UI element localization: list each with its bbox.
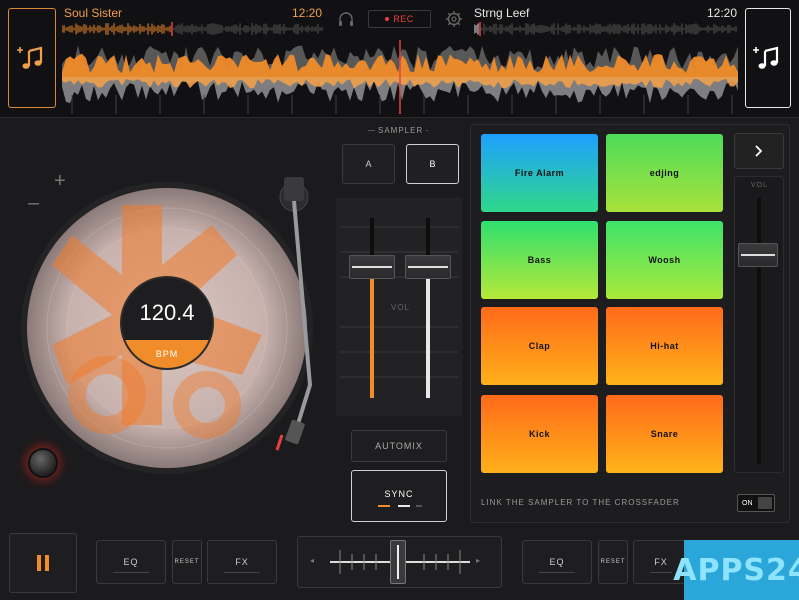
brake-knob[interactable] bbox=[28, 448, 58, 478]
link-sampler-toggle[interactable]: ON bbox=[737, 494, 775, 512]
sampler-volume-label: VOL bbox=[751, 182, 769, 189]
deck-b-eq-button[interactable]: EQ bbox=[522, 540, 592, 584]
deck-b-mini-waveform[interactable] bbox=[474, 22, 738, 36]
crossfader-left-arrow[interactable]: ◂ bbox=[310, 556, 314, 565]
deck-a-track-time: 12:20 bbox=[292, 6, 323, 20]
sampler-pad-fire-alarm[interactable]: Fire Alarm bbox=[481, 134, 598, 212]
sync-indicator-a bbox=[378, 505, 390, 507]
sampler-pad-woosh[interactable]: Woosh bbox=[606, 221, 723, 299]
automix-button[interactable]: AUTOMIX bbox=[351, 430, 447, 462]
sampler-pad-label: Woosh bbox=[648, 255, 681, 265]
deck-a-mini-waveform[interactable] bbox=[62, 22, 324, 36]
sampler-label: SAMPLER bbox=[375, 126, 427, 135]
deck-a-fx-label: FX bbox=[235, 557, 249, 567]
sampler-pad-label: Clap bbox=[528, 341, 551, 351]
deck-b-fx-label: FX bbox=[654, 557, 668, 567]
bpm-label: BPM bbox=[122, 340, 212, 368]
sampler-pad-bass[interactable]: Bass bbox=[481, 221, 598, 299]
fx-underline bbox=[650, 572, 672, 573]
sampler-pad-label: Snare bbox=[650, 429, 679, 439]
eq-underline bbox=[113, 572, 149, 573]
deck-b-load-button[interactable] bbox=[745, 8, 791, 108]
headphone-icon[interactable] bbox=[337, 10, 355, 28]
pause-icon bbox=[37, 555, 49, 571]
deck-b-reset-button[interactable]: RESET bbox=[598, 540, 628, 584]
sampler-pad-label: Hi-hat bbox=[650, 341, 679, 351]
music-note-plus-icon bbox=[753, 46, 779, 69]
deck-a-fx-button[interactable]: FX bbox=[207, 540, 277, 584]
sampler-pad-edjing[interactable]: edjing bbox=[606, 134, 723, 212]
sync-label: SYNC bbox=[384, 489, 414, 499]
crossfader-handle[interactable] bbox=[390, 540, 406, 584]
bpm-value: 120.4 bbox=[139, 300, 195, 325]
music-note-plus-icon bbox=[17, 46, 43, 69]
sampler-pad-clap[interactable]: Clap bbox=[481, 307, 598, 385]
sampler-b-button[interactable]: B bbox=[406, 144, 459, 184]
watermark-logo: APPS24 bbox=[673, 540, 799, 600]
toggle-knob bbox=[758, 497, 772, 509]
fx-underline bbox=[224, 572, 260, 573]
main-waveform[interactable] bbox=[62, 40, 738, 114]
sampler-pad-label: edjing bbox=[649, 168, 680, 178]
sync-indicator-b bbox=[398, 505, 410, 507]
record-button[interactable]: REC bbox=[368, 10, 431, 28]
deck-a-volume-track[interactable] bbox=[370, 218, 374, 398]
sampler-pad-label: Bass bbox=[527, 255, 552, 265]
crossfader-right-arrow[interactable]: ▸ bbox=[476, 556, 480, 565]
deck-b-volume-track[interactable] bbox=[426, 218, 430, 398]
eq-underline bbox=[539, 572, 575, 573]
bpm-display[interactable]: 120.4 BPM bbox=[120, 276, 214, 370]
deck-a-volume-level bbox=[370, 278, 374, 398]
gear-icon[interactable] bbox=[445, 10, 463, 28]
sampler-volume-fader[interactable] bbox=[738, 243, 778, 267]
sampler-pad-snare[interactable]: Snare bbox=[606, 395, 723, 473]
top-bar: Soul Sister 12:20 REC Strng Leef 12:20 bbox=[0, 0, 799, 118]
deck-b-volume-fader[interactable] bbox=[405, 255, 451, 279]
dj-app: Soul Sister 12:20 REC Strng Leef 12:20 +… bbox=[0, 0, 799, 600]
sampler-a-button[interactable]: A bbox=[342, 144, 395, 184]
deck-a-load-button[interactable] bbox=[8, 8, 56, 108]
deck-b-volume-level bbox=[426, 278, 430, 398]
deck-a-play-pause-button[interactable] bbox=[9, 533, 77, 593]
volume-label: VOL bbox=[391, 303, 411, 312]
deck-a-track-title: Soul Sister bbox=[64, 6, 123, 20]
link-sampler-label: LINK THE SAMPLER TO THE CROSSFADER bbox=[481, 498, 680, 507]
sampler-pad-hi-hat[interactable]: Hi-hat bbox=[606, 307, 723, 385]
sampler-pad-label: Kick bbox=[528, 429, 550, 439]
sampler-next-button[interactable] bbox=[734, 133, 784, 169]
deck-b-track-title: Strng Leef bbox=[474, 6, 530, 20]
deck-b-eq-label: EQ bbox=[549, 557, 565, 567]
sync-button[interactable]: SYNC bbox=[351, 470, 447, 522]
deck-b-track-time: 12:20 bbox=[707, 6, 738, 20]
chevron-right-icon bbox=[755, 145, 763, 157]
record-dot-icon bbox=[385, 17, 390, 21]
toggle-on-label: ON bbox=[742, 499, 753, 507]
sync-indicator-c bbox=[416, 505, 422, 507]
record-label: REC bbox=[393, 14, 414, 24]
sampler-pad-label: Fire Alarm bbox=[514, 168, 565, 178]
sampler-volume-track[interactable] bbox=[757, 198, 761, 464]
deck-a-eq-label: EQ bbox=[123, 557, 139, 567]
deck-a-eq-button[interactable]: EQ bbox=[96, 540, 166, 584]
deck-a-reset-button[interactable]: RESET bbox=[172, 540, 202, 584]
deck-a-volume-fader[interactable] bbox=[349, 255, 395, 279]
sampler-pad-kick[interactable]: Kick bbox=[481, 395, 598, 473]
